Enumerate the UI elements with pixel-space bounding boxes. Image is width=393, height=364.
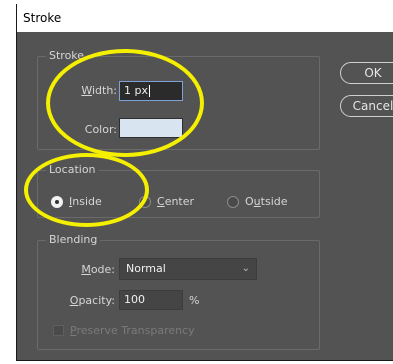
ok-button[interactable]: OK <box>340 62 393 84</box>
checkbox-icon <box>53 325 64 336</box>
opacity-label: Opacity: <box>69 294 115 307</box>
stroke-dialog: Stroke Stroke Width: 1 px Color: Locatio… <box>16 4 393 361</box>
dialog-title: Stroke <box>17 4 393 32</box>
opacity-unit: % <box>189 294 200 307</box>
width-input[interactable]: 1 px <box>119 81 183 101</box>
radio-inside[interactable]: Inside <box>51 195 102 208</box>
radio-outside[interactable]: Outside <box>227 195 288 208</box>
chevron-down-icon: ⌄ <box>241 263 250 274</box>
location-group: Location <box>37 163 320 218</box>
radio-selected-icon <box>51 195 63 208</box>
radio-center[interactable]: Center <box>139 195 194 208</box>
stroke-group-title: Stroke <box>46 49 88 62</box>
text-caret <box>149 85 150 97</box>
preserve-transparency-checkbox[interactable]: Preserve Transparency <box>53 324 195 337</box>
radio-unselected-icon <box>139 195 151 208</box>
width-label: Width: <box>81 84 117 97</box>
location-group-title: Location <box>46 163 99 176</box>
opacity-input[interactable]: 100 <box>119 290 183 310</box>
cancel-button[interactable]: Cancel <box>340 95 393 117</box>
blending-group-title: Blending <box>46 233 101 246</box>
mode-select[interactable]: Normal ⌄ <box>119 258 257 280</box>
mode-label: Mode: <box>81 263 115 276</box>
dialog-body: Stroke Width: 1 px Color: Location Insid… <box>17 32 393 360</box>
color-swatch[interactable] <box>119 118 183 138</box>
radio-unselected-icon <box>227 195 239 208</box>
color-label: Color: <box>84 123 117 136</box>
